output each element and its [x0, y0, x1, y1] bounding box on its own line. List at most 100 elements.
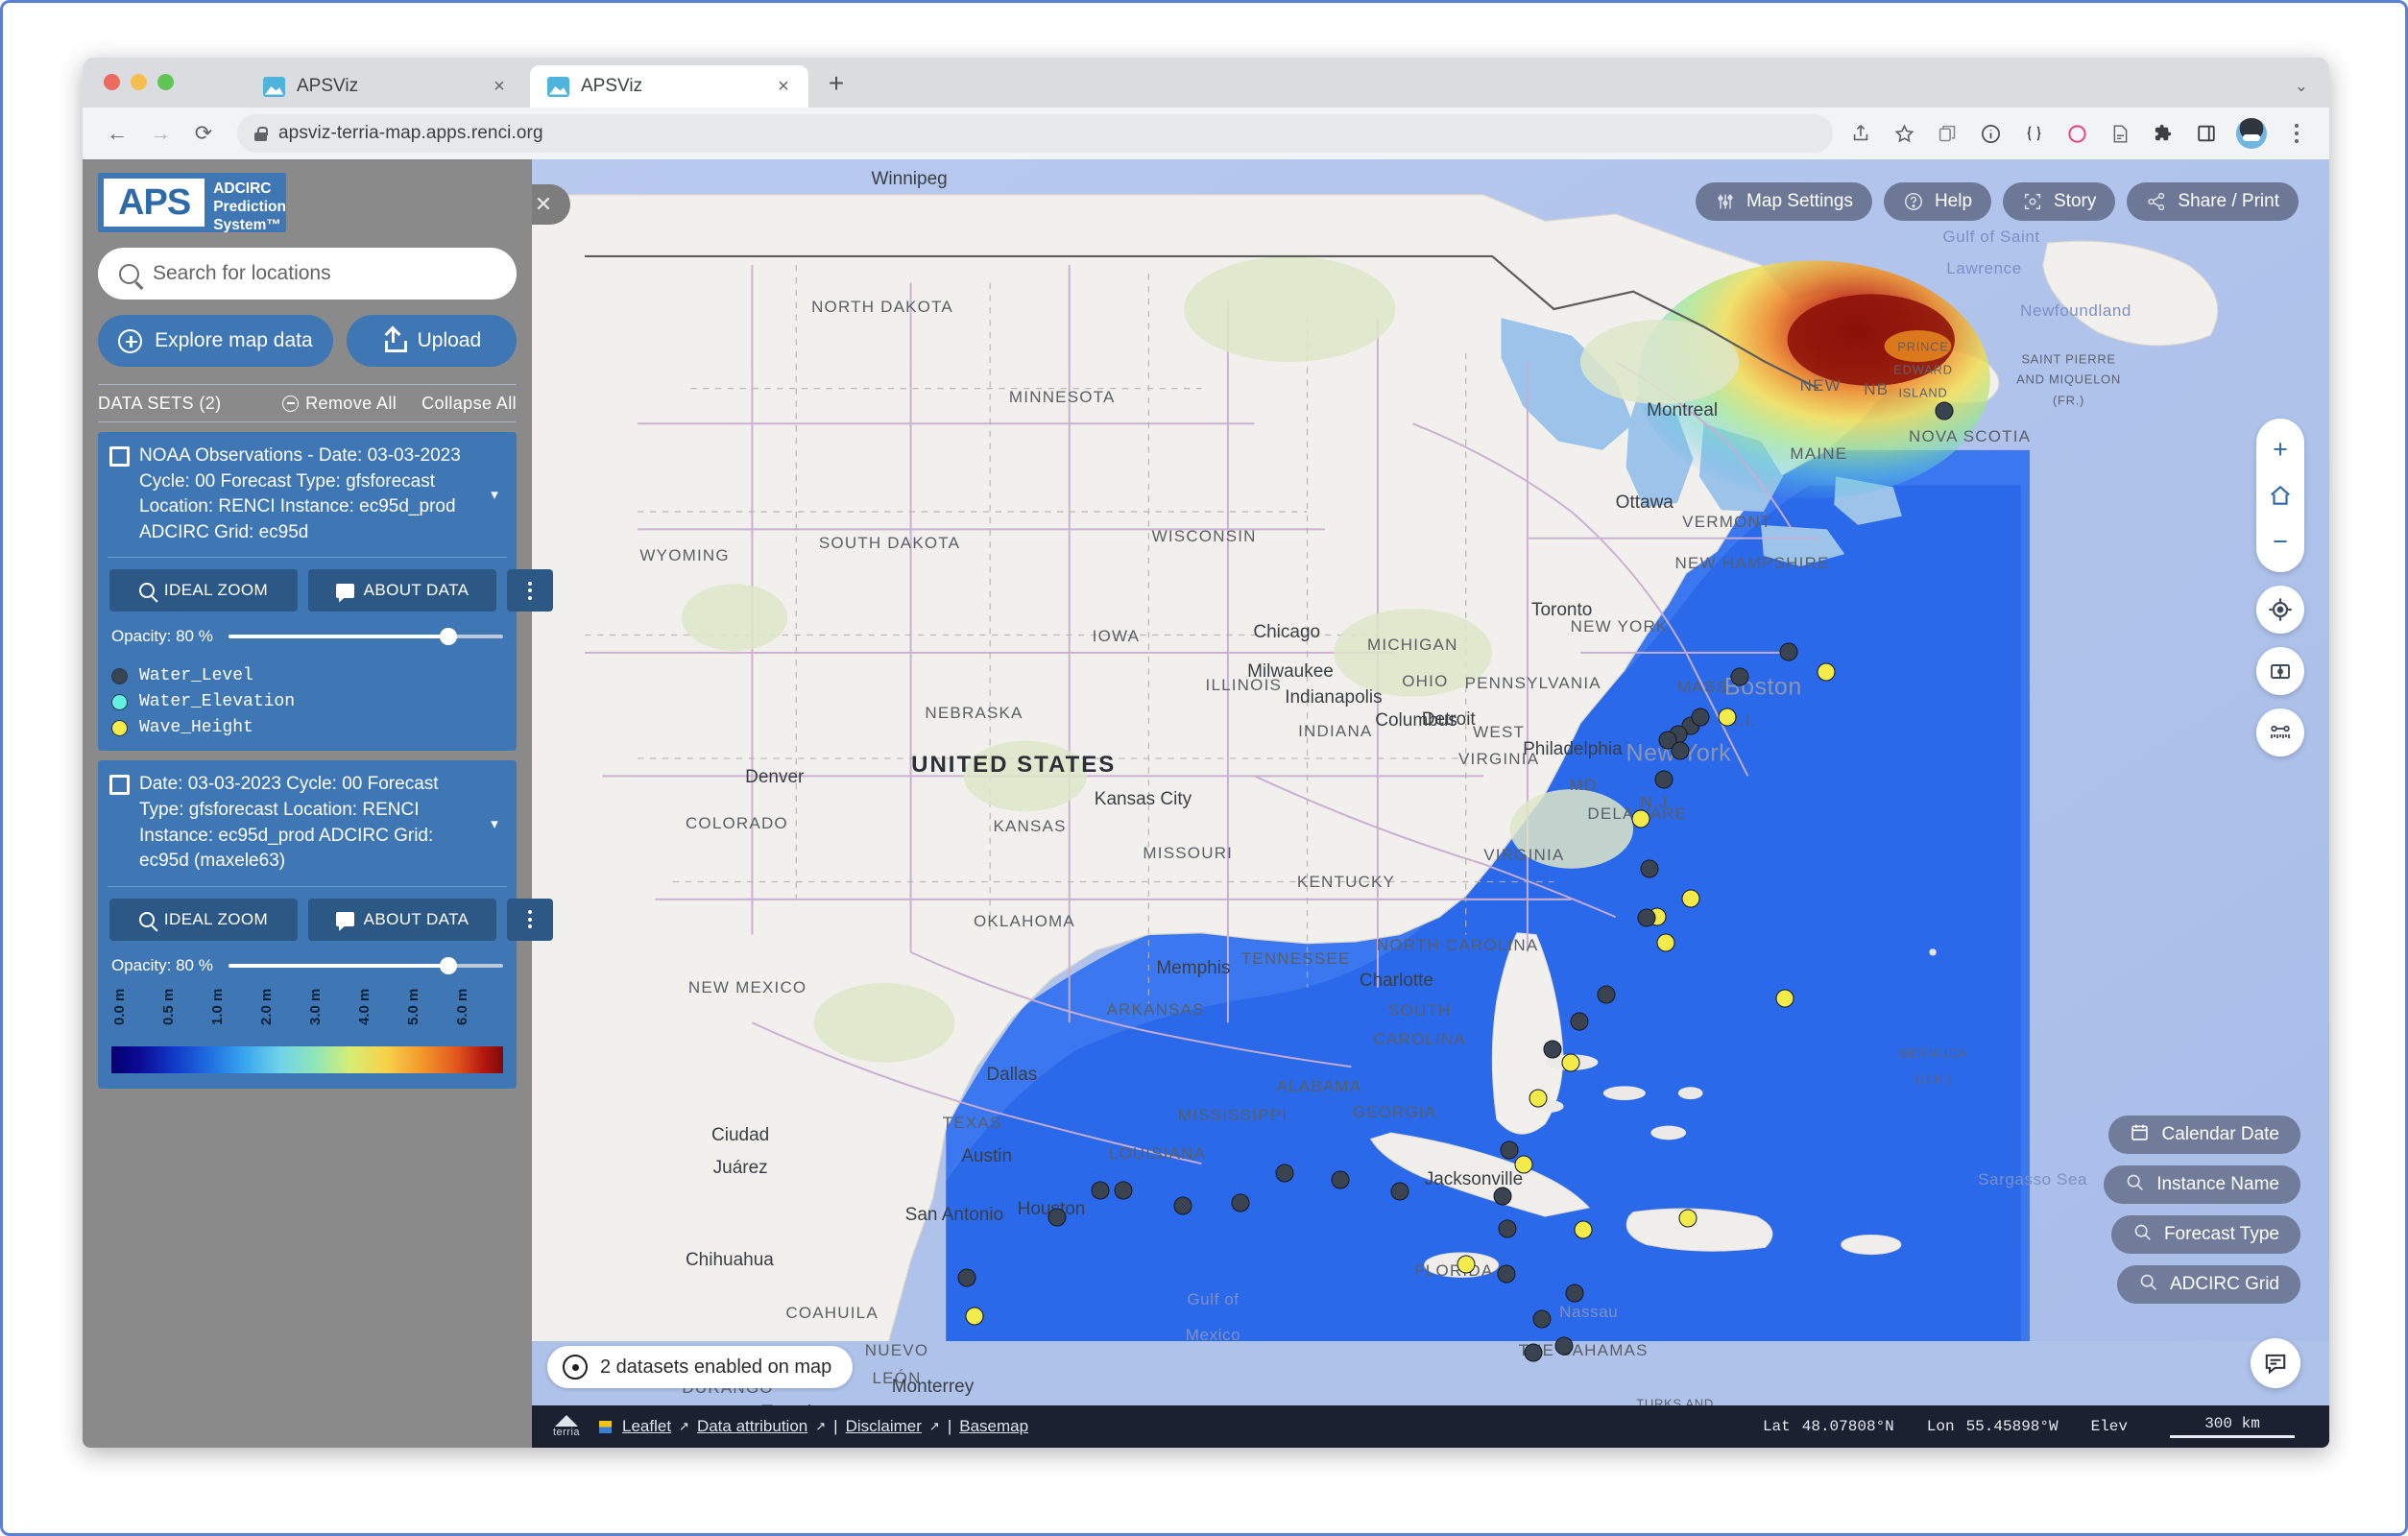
- window-traffic-lights[interactable]: [104, 74, 174, 90]
- map-marker-water-level[interactable]: [1779, 642, 1798, 661]
- map-settings-button[interactable]: Map Settings: [1696, 182, 1872, 221]
- collapse-panel-button[interactable]: ✕: [532, 184, 570, 225]
- map-marker-water-level[interactable]: [1637, 908, 1656, 927]
- code-braces-icon[interactable]: [2020, 120, 2047, 147]
- opacity-slider[interactable]: [228, 956, 503, 974]
- map-marker-water-level[interactable]: [1565, 1284, 1584, 1303]
- map-marker-wave-height[interactable]: [1718, 708, 1737, 727]
- disclaimer-link[interactable]: Disclaimer: [846, 1417, 922, 1436]
- chevron-down-icon[interactable]: ▾: [484, 815, 505, 832]
- map-marker-water-level[interactable]: [1532, 1309, 1552, 1329]
- tab-list-chevron-down-icon[interactable]: ⌄: [2295, 77, 2308, 96]
- browser-tab-1[interactable]: APSViz ×: [246, 65, 524, 108]
- map-marker-wave-height[interactable]: [1656, 933, 1675, 952]
- map-marker-wave-height[interactable]: [1574, 1220, 1593, 1239]
- map-canvas[interactable]: Winnipeg NORTH DAKOTA MINNESOTA SOUTH DAKOT…: [532, 159, 2329, 1448]
- instance-name-filter[interactable]: Instance Name: [2104, 1165, 2300, 1204]
- map-marker-water-level[interactable]: [957, 1268, 976, 1287]
- map-marker-water-level[interactable]: [1497, 1264, 1516, 1284]
- map-marker-water-level[interactable]: [1597, 985, 1616, 1004]
- map-marker-wave-height[interactable]: [1529, 1089, 1548, 1108]
- share-print-button[interactable]: Share / Print: [2127, 182, 2299, 221]
- dataset-options-button[interactable]: [507, 898, 553, 941]
- map-marker-water-level[interactable]: [1173, 1196, 1192, 1215]
- chevron-down-icon[interactable]: ▾: [484, 486, 505, 503]
- map-marker-water-level[interactable]: [1935, 401, 1954, 420]
- map-marker-water-level[interactable]: [1493, 1187, 1512, 1206]
- data-attribution-link[interactable]: Data attribution: [697, 1417, 807, 1436]
- close-tab-icon[interactable]: ×: [488, 77, 511, 96]
- dataset-visibility-checkbox[interactable]: [109, 775, 130, 796]
- measure-icon[interactable]: [2256, 708, 2304, 756]
- about-data-button[interactable]: ABOUT DATA: [308, 898, 496, 941]
- slider-knob[interactable]: [439, 956, 457, 974]
- bookmark-star-icon[interactable]: [1890, 120, 1917, 147]
- feedback-chat-button[interactable]: [2251, 1338, 2300, 1388]
- slider-knob[interactable]: [439, 628, 457, 646]
- share-icon[interactable]: [1847, 120, 1874, 147]
- map-marker-water-level[interactable]: [1047, 1208, 1067, 1227]
- help-button[interactable]: Help: [1883, 182, 1992, 221]
- new-tab-button[interactable]: +: [820, 68, 853, 99]
- minimize-window-button[interactable]: [131, 74, 147, 90]
- sidepanel-icon[interactable]: [2193, 120, 2220, 147]
- basemap-link[interactable]: Basemap: [959, 1417, 1028, 1436]
- zoom-in-button[interactable]: +: [2256, 426, 2304, 472]
- copy-icon[interactable]: [1934, 120, 1961, 147]
- map-marker-water-level[interactable]: [1114, 1181, 1133, 1200]
- remove-all-button[interactable]: Remove All: [282, 394, 397, 414]
- map-marker-water-level[interactable]: [1654, 770, 1674, 788]
- dataset-visibility-checkbox[interactable]: [109, 446, 130, 467]
- map-marker-wave-height[interactable]: [1457, 1255, 1476, 1274]
- map-marker-wave-height[interactable]: [1817, 662, 1836, 682]
- calendar-date-filter[interactable]: Calendar Date: [2108, 1116, 2300, 1154]
- map-marker-wave-height[interactable]: [1631, 809, 1650, 828]
- map-marker-wave-height[interactable]: [965, 1307, 983, 1326]
- crosshair-icon[interactable]: [2256, 586, 2304, 634]
- map-marker-water-level[interactable]: [1498, 1219, 1517, 1238]
- upload-button[interactable]: Upload: [346, 315, 517, 367]
- home-icon[interactable]: [2256, 472, 2304, 518]
- map-marker-water-level[interactable]: [1671, 741, 1690, 760]
- map-marker-water-level[interactable]: [1543, 1040, 1562, 1059]
- close-window-button[interactable]: [104, 74, 120, 90]
- compare-icon[interactable]: [2256, 647, 2304, 695]
- maximize-window-button[interactable]: [157, 74, 174, 90]
- adcirc-grid-filter[interactable]: ADCIRC Grid: [2116, 1265, 2300, 1304]
- map-marker-water-level[interactable]: [1640, 859, 1659, 878]
- browser-tab-2[interactable]: APSViz ×: [530, 65, 808, 108]
- reader-icon[interactable]: [2107, 120, 2133, 147]
- map-marker-water-level[interactable]: [1500, 1140, 1519, 1160]
- zoom-out-button[interactable]: −: [2256, 518, 2304, 564]
- map-marker-water-level[interactable]: [1730, 667, 1749, 686]
- profile-avatar[interactable]: [2236, 118, 2267, 149]
- opacity-slider[interactable]: [228, 628, 503, 646]
- ideal-zoom-button[interactable]: IDEAL ZOOM: [109, 569, 298, 612]
- forward-button[interactable]: →: [141, 114, 180, 153]
- map-marker-water-level[interactable]: [1231, 1193, 1250, 1212]
- map-marker-water-level[interactable]: [1331, 1170, 1350, 1189]
- map-marker-water-level[interactable]: [1091, 1181, 1110, 1200]
- back-button[interactable]: ←: [98, 114, 136, 153]
- map-marker-water-level[interactable]: [1524, 1343, 1543, 1362]
- close-tab-icon[interactable]: ×: [772, 77, 795, 96]
- leaflet-link[interactable]: Leaflet: [622, 1417, 671, 1436]
- story-button[interactable]: Story: [2003, 182, 2116, 221]
- map-marker-water-level[interactable]: [1570, 1012, 1589, 1031]
- search-input[interactable]: Search for locations: [98, 248, 517, 300]
- collapse-all-button[interactable]: Collapse All: [421, 394, 517, 414]
- map-marker-wave-height[interactable]: [1678, 1209, 1698, 1228]
- dataset-card-header[interactable]: Date: 03-03-2023 Cycle: 00 Forecast Type…: [98, 760, 517, 885]
- map-marker-water-level[interactable]: [1691, 708, 1710, 727]
- map-marker-water-level[interactable]: [1275, 1164, 1294, 1183]
- map-marker-water-level[interactable]: [1390, 1182, 1409, 1201]
- ring-icon[interactable]: [2063, 120, 2090, 147]
- map-marker-wave-height[interactable]: [1775, 989, 1794, 1008]
- kebab-menu-icon[interactable]: [2283, 120, 2310, 147]
- map-marker-wave-height[interactable]: [1681, 889, 1700, 908]
- map-marker-wave-height[interactable]: [1561, 1053, 1580, 1072]
- forecast-type-filter[interactable]: Forecast Type: [2110, 1215, 2300, 1254]
- address-bar[interactable]: apsviz-terria-map.apps.renci.org: [237, 114, 1833, 153]
- ideal-zoom-button[interactable]: IDEAL ZOOM: [109, 898, 298, 941]
- info-icon[interactable]: [1977, 120, 2004, 147]
